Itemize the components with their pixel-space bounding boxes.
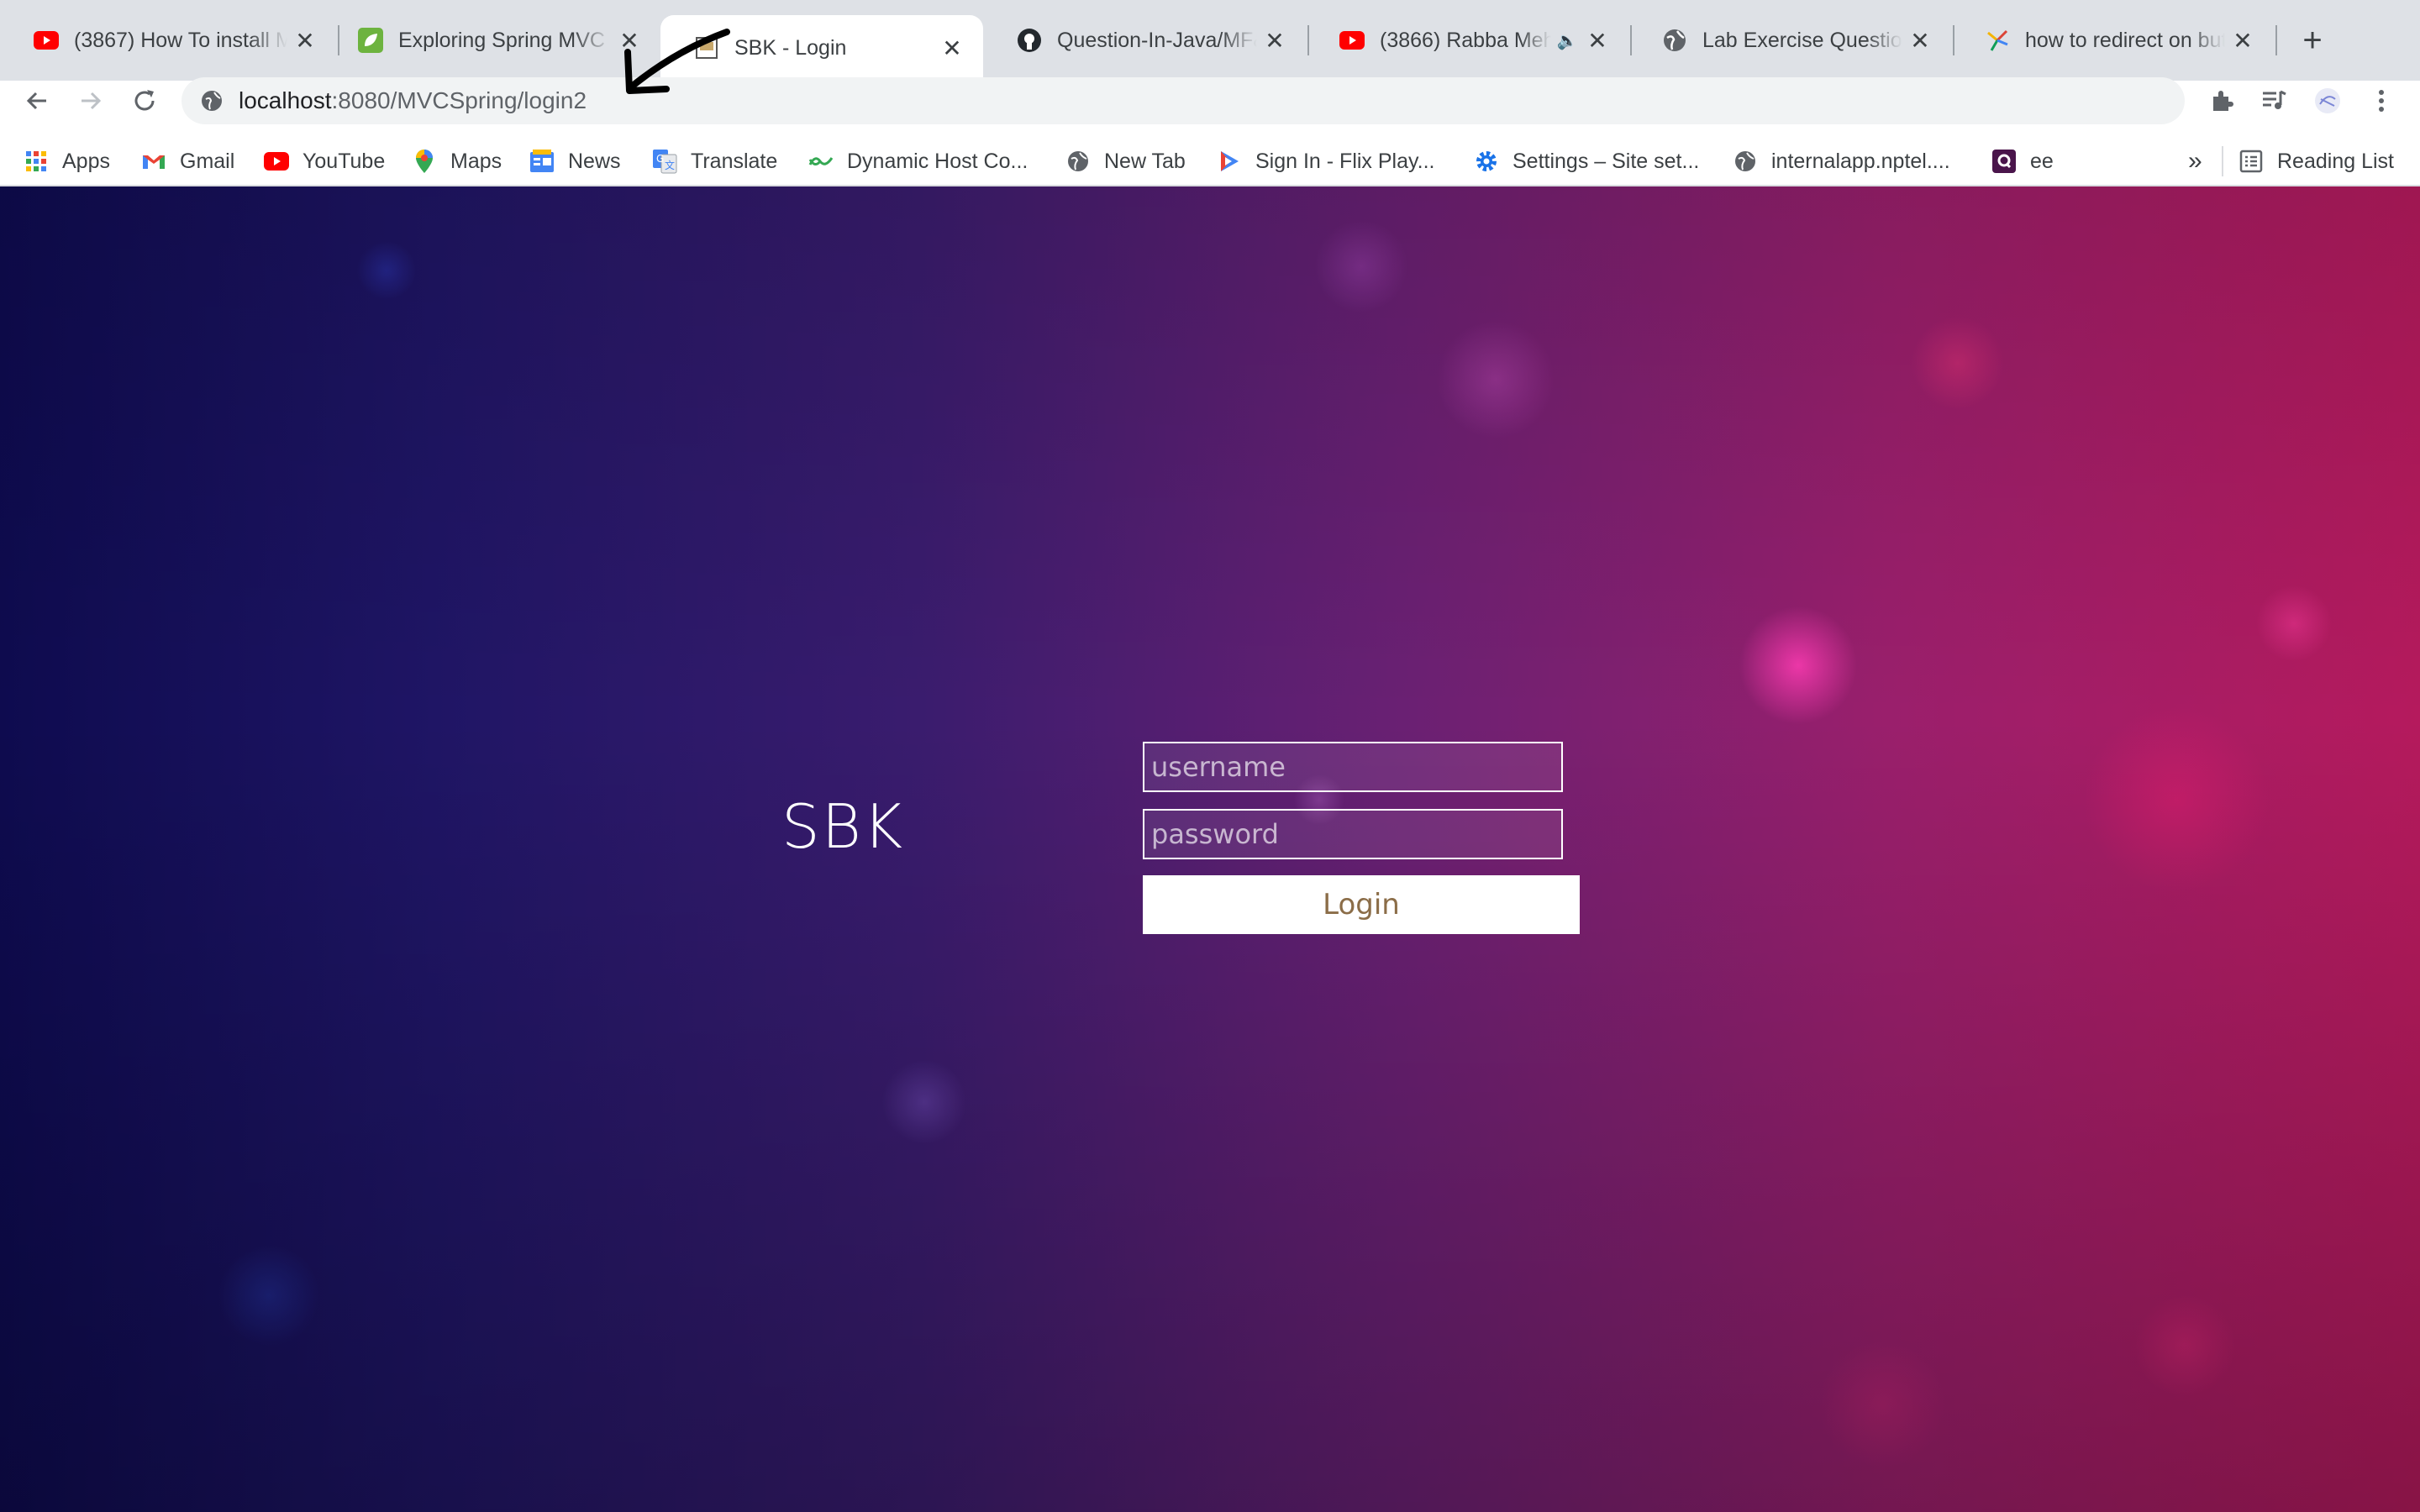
apps-grid-icon (24, 149, 49, 174)
bookmark-translate[interactable]: G文 Translate (652, 143, 777, 180)
tab-title: Question-In-Java/MF& (1057, 28, 1257, 52)
globe-icon (1662, 28, 1687, 53)
bookmark-label: Dynamic Host Co... (847, 149, 1028, 173)
tab-redirect-button[interactable]: how to redirect on butt ✕ (1951, 15, 2274, 66)
globe-icon (1733, 149, 1758, 174)
login-button[interactable]: Login (1143, 875, 1580, 934)
spring-leaf-icon (358, 28, 383, 53)
url-path: :8080/MVCSpring/login2 (331, 87, 587, 113)
tab-lab-exercise[interactable]: Lab Exercise Question ✕ (1628, 15, 1951, 66)
bookmark-label: internalapp.nptel.... (1771, 149, 1950, 173)
username-field[interactable] (1143, 742, 1563, 792)
youtube-icon (264, 149, 289, 174)
maps-pin-icon (412, 149, 437, 174)
speaker-icon[interactable]: 🔈 (1555, 28, 1580, 53)
bookmark-new-tab[interactable]: New Tab (1065, 143, 1186, 180)
tab-title: Lab Exercise Question (1702, 28, 1902, 52)
bookmark-label: Maps (450, 149, 502, 173)
reading-list-icon (2238, 149, 2264, 174)
youtube-icon (34, 28, 59, 53)
extensions-icon[interactable] (2203, 82, 2240, 119)
bookmark-label: New Tab (1104, 149, 1186, 173)
tab-title: Exploring Spring MVC (398, 28, 605, 52)
tab-youtube-install[interactable]: (3867) How To install M ✕ (0, 15, 336, 66)
bookmark-maps[interactable]: Maps (412, 143, 502, 180)
new-tab-button[interactable]: + (2296, 22, 2329, 59)
close-icon[interactable]: ✕ (939, 35, 965, 61)
colorful-star-icon (1985, 28, 2010, 53)
brand-title: SBK (781, 791, 905, 862)
close-icon[interactable]: ✕ (2230, 28, 2255, 54)
bookmark-settings[interactable]: Settings – Site set... (1474, 143, 1699, 180)
link-icon (808, 149, 834, 174)
bookmark-label: Sign In - Flix Play... (1255, 149, 1435, 173)
reload-button[interactable] (126, 82, 163, 119)
password-field[interactable] (1143, 809, 1563, 859)
bookmark-dynamic-host[interactable]: Dynamic Host Co... (808, 143, 1028, 180)
bookmark-flix-play[interactable]: Sign In - Flix Play... (1217, 143, 1435, 180)
gmail-icon (141, 149, 166, 174)
bookmark-apps[interactable]: Apps (24, 143, 110, 180)
back-button[interactable] (18, 82, 55, 119)
tab-title: how to redirect on butt (2025, 28, 2225, 52)
bookmark-youtube[interactable]: YouTube (264, 143, 385, 180)
svg-text:文: 文 (665, 159, 675, 171)
bookmark-news[interactable]: News (529, 143, 621, 180)
translate-icon: G文 (652, 149, 677, 174)
url-host: localhost (239, 87, 332, 113)
bookmark-label: Gmail (180, 149, 235, 173)
news-icon (529, 149, 555, 174)
tab-title: (3867) How To install M (74, 28, 287, 52)
bookmark-gmail[interactable]: Gmail (141, 143, 234, 180)
site-info-icon[interactable] (193, 82, 230, 119)
tab-title: (3866) Rabba Meh (1380, 28, 1551, 52)
gear-icon (1474, 149, 1499, 174)
close-icon[interactable]: ✕ (1262, 28, 1287, 54)
bookmark-label: ee (2030, 149, 2054, 173)
bookmarks-bar: Apps Gmail YouTube Maps News G文 Translat… (0, 134, 2420, 186)
reading-list-button[interactable]: Reading List (2238, 143, 2394, 180)
profile-avatar[interactable] (2309, 82, 2346, 119)
bookmark-label: Apps (62, 149, 110, 173)
bookmark-ee[interactable]: ee (1991, 143, 2054, 180)
tab-github-question[interactable]: Question-In-Java/MF& ✕ (983, 15, 1306, 66)
bookmark-internalapp[interactable]: internalapp.nptel.... (1733, 143, 1950, 180)
tab-title: SBK - Login (734, 35, 847, 60)
globe-icon (1065, 149, 1091, 174)
tab-youtube-rabba[interactable]: (3866) Rabba Meh 🔈 ✕ (1306, 15, 1628, 66)
q-icon (1991, 149, 2017, 174)
close-icon[interactable]: ✕ (1585, 28, 1610, 54)
bookmark-label: Settings – Site set... (1512, 149, 1700, 173)
forward-button[interactable] (72, 82, 109, 119)
tab-strip: (3867) How To install M ✕ Exploring Spri… (0, 0, 2420, 81)
bookmark-label: YouTube (302, 149, 386, 173)
url-text[interactable]: localhost:8080/MVCSpring/login2 (239, 87, 587, 114)
play-icon (1217, 149, 1242, 174)
login-page: SBK Login (0, 186, 2420, 1512)
tab-separator (2275, 25, 2277, 55)
close-icon[interactable]: ✕ (1907, 28, 1933, 54)
close-icon[interactable]: ✕ (292, 28, 318, 54)
bookmarks-divider (2222, 146, 2223, 176)
menu-icon[interactable] (2363, 82, 2400, 119)
tab-spring-mvc[interactable]: Exploring Spring MVC ✕ (324, 15, 660, 66)
youtube-icon (1339, 28, 1365, 53)
bookmark-label: Translate (691, 149, 778, 173)
github-icon (1017, 28, 1042, 53)
reading-list-label: Reading List (2277, 149, 2394, 173)
bookmark-label: News (568, 149, 621, 173)
bookmarks-overflow-button[interactable]: » (2188, 143, 2202, 180)
media-control-icon[interactable] (2255, 82, 2292, 119)
annotation-arrow-icon (624, 29, 730, 94)
svg-text:G: G (656, 153, 664, 165)
